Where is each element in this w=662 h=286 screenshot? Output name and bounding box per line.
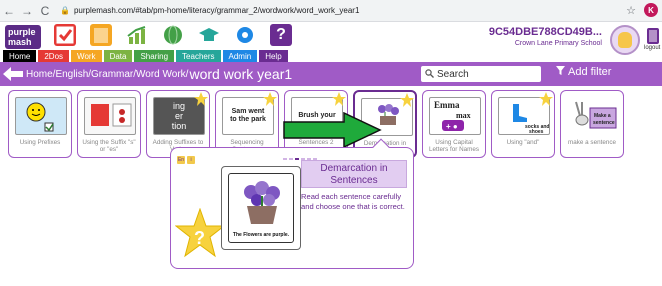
nav-teachers[interactable]: Teachers (176, 50, 221, 62)
svg-text:sentence: sentence (593, 120, 615, 126)
star-badge-icon (400, 93, 414, 107)
account-id: 9C54DBE788CD49B... (488, 26, 602, 38)
nav-admin[interactable]: Admin (222, 50, 258, 62)
filter-icon (556, 66, 565, 78)
bookmark-star-icon[interactable]: ☆ (626, 4, 636, 17)
search-placeholder: Search (437, 68, 469, 80)
svg-text:+ ●: + ● (446, 122, 458, 131)
browser-toolbar: ← → C 🔒 purplemash.com/#tab/pm-home/lite… (0, 0, 662, 22)
back-icon[interactable]: ← (0, 2, 18, 20)
card-using-and[interactable]: socks and shoes Using "and" (491, 90, 555, 158)
page-title: word work year1 (189, 66, 293, 82)
svg-text:max: max (456, 111, 471, 120)
detail-description: Read each sentence carefully and choose … (301, 192, 405, 211)
svg-text:Make a: Make a (594, 113, 611, 119)
card-thumb: Emma max + ● (429, 97, 481, 135)
breadcrumb[interactable]: Home/English/Grammar/Word Work/ (26, 69, 188, 80)
admin-gear-icon[interactable] (234, 24, 256, 46)
purple-mash-logo[interactable]: purple mash (5, 25, 41, 49)
card-using-prefixes[interactable]: Using Prefixes (8, 90, 72, 158)
search-icon (425, 68, 434, 80)
activity-detail-panel: En i ? The Flowers are purple. Demarcati… (170, 138, 414, 269)
card-suffix-s-es[interactable]: Using the Suffix "s" or "es" (77, 90, 141, 158)
breadcrumb-bar: Home/English/Grammar/Word Work/ word wor… (0, 62, 662, 86)
search-input[interactable]: Search (421, 66, 541, 82)
forward-icon[interactable]: → (18, 2, 36, 20)
activity-preview[interactable]: The Flowers are purple. (221, 166, 301, 250)
url-text: purplemash.com/#tab/pm-home/literacy/gra… (73, 6, 360, 15)
logo-line2: mash (8, 37, 32, 47)
mystery-star-icon: ? (175, 208, 225, 258)
green-arrow-icon (283, 112, 382, 148)
account-info: 9C54DBE788CD49B... Crown Lane Primary Sc… (489, 26, 602, 47)
card-thumb (15, 97, 67, 135)
teachers-cap-icon[interactable] (198, 24, 220, 46)
card-label: Using Prefixes (19, 139, 61, 146)
back-arrow-icon[interactable] (0, 62, 26, 86)
reload-icon[interactable]: C (36, 2, 54, 20)
logout-icon (647, 28, 659, 44)
user-avatar[interactable] (610, 25, 640, 55)
card-label: Using Capital Letters for Names (428, 139, 480, 153)
svg-text:?: ? (194, 228, 205, 248)
add-filter-label: Add filter (568, 66, 612, 78)
nav-sharing[interactable]: Sharing (134, 50, 175, 62)
lock-icon: 🔒 (60, 6, 70, 15)
add-filter-button[interactable]: Add filter (556, 66, 611, 78)
card-label: make a sentence (568, 139, 616, 146)
address-bar[interactable]: 🔒 purplemash.com/#tab/pm-home/literacy/g… (60, 6, 359, 15)
star-badge-icon (263, 92, 277, 106)
card-label: Using the Suffix "s" or "es" (82, 139, 136, 153)
svg-text:shoes: shoes (529, 129, 544, 134)
card-thumb (84, 97, 136, 135)
site-header: purple mash ? Home 2Dos Work Data Sharin… (0, 22, 662, 62)
nav-2dos[interactable]: 2Dos (38, 50, 70, 62)
nav-help[interactable]: Help (259, 50, 288, 62)
data-chart-icon[interactable] (126, 24, 148, 46)
nav-data[interactable]: Data (103, 50, 133, 62)
preview-caption: The Flowers are purple. (232, 232, 290, 238)
detail-title: Demarcation in Sentences (301, 160, 407, 188)
info-tag-icon: i (187, 156, 195, 164)
star-badge-icon (332, 92, 346, 106)
card-label: Using "and" (506, 139, 540, 146)
logo-line1: purple (8, 27, 36, 37)
logout-label: logout (644, 45, 661, 51)
school-name: Crown Lane Primary School (514, 40, 602, 47)
card-capital-letters[interactable]: Emma max + ● Using Capital Letters for N… (422, 90, 486, 158)
logout-button[interactable]: logout (644, 28, 662, 56)
sharing-globe-icon[interactable] (162, 24, 184, 46)
nav-home[interactable]: Home (3, 50, 37, 62)
help-question-icon[interactable]: ? (270, 24, 292, 46)
work-folder-icon[interactable] (90, 24, 112, 46)
card-make-a-sentence[interactable]: Make a sentence make a sentence (560, 90, 624, 158)
star-badge-icon (539, 92, 553, 106)
profile-avatar[interactable]: K (644, 3, 658, 17)
nav-work[interactable]: Work (71, 50, 102, 62)
svg-text:Emma: Emma (434, 100, 460, 110)
2dos-checkbox-icon[interactable] (54, 24, 76, 46)
star-badge-icon (194, 92, 208, 106)
en-tag-icon: En (177, 156, 185, 164)
card-thumb: Make a sentence (567, 97, 619, 135)
